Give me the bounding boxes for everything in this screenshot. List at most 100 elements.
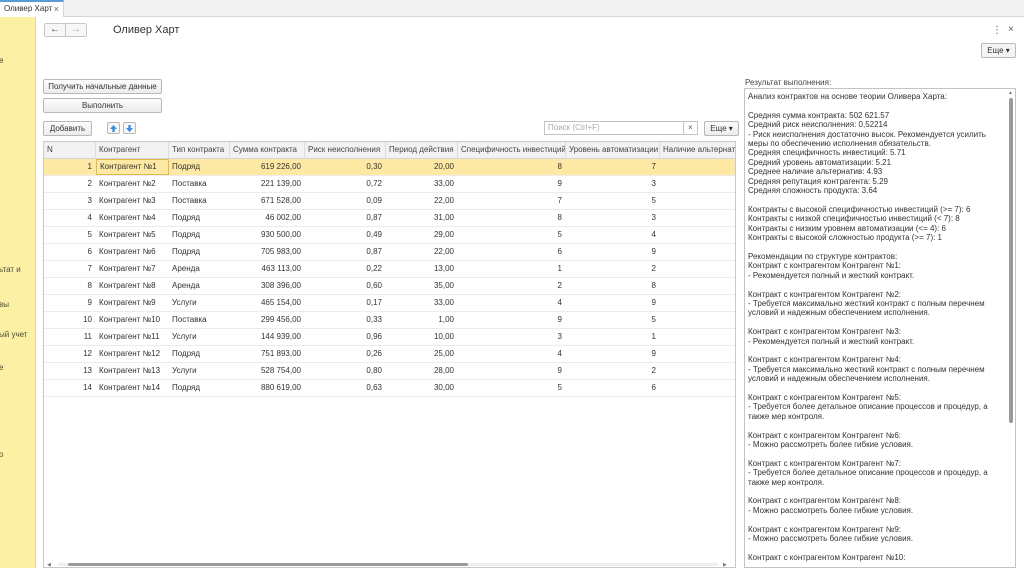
cell-alternatives[interactable] (660, 210, 735, 226)
cell-default-risk[interactable]: 0,09 (305, 193, 386, 209)
cell-counterparty[interactable]: Контрагент №9 (96, 295, 169, 311)
cell-alternatives[interactable] (660, 159, 735, 175)
cell-alternatives[interactable] (660, 244, 735, 260)
cell-contract-type[interactable]: Аренда (169, 261, 230, 277)
table-row[interactable]: 12 Контрагент №12 Подряд 751 893,00 0,26 25,0… (44, 346, 735, 363)
cell-contract-sum[interactable]: 221 139,00 (230, 176, 305, 192)
cell-contract-type[interactable]: Услуги (169, 329, 230, 345)
table-row[interactable]: 8 Контрагент №8 Аренда 308 396,00 0,60 35,00 2… (44, 278, 735, 295)
cell-contract-sum[interactable]: 619 226,00 (230, 159, 305, 175)
cell-n[interactable]: 11 (44, 329, 96, 345)
tab-close-icon[interactable]: × (54, 2, 59, 16)
cell-investment-specificity[interactable]: 5 (458, 227, 566, 243)
sidebar-item[interactable]: вы (0, 300, 9, 309)
cell-contract-sum[interactable]: 671 528,00 (230, 193, 305, 209)
cell-alternatives[interactable] (660, 312, 735, 328)
cell-n[interactable]: 6 (44, 244, 96, 260)
cell-n[interactable]: 14 (44, 380, 96, 396)
cell-alternatives[interactable] (660, 227, 735, 243)
scroll-right-icon[interactable]: ▶ (723, 562, 727, 567)
scroll-thumb[interactable] (68, 563, 468, 566)
table-row[interactable]: 7 Контрагент №7 Аренда 463 113,00 0,22 13,00 1… (44, 261, 735, 278)
cell-automation-level[interactable]: 8 (566, 278, 660, 294)
column-header-default-risk[interactable]: Риск неисполнения (305, 142, 386, 159)
cell-investment-specificity[interactable]: 7 (458, 193, 566, 209)
cell-default-risk[interactable]: 0,33 (305, 312, 386, 328)
column-header-n[interactable]: N (44, 142, 96, 159)
scroll-up-icon[interactable]: ▲ (1008, 90, 1013, 96)
cell-counterparty[interactable]: Контрагент №4 (96, 210, 169, 226)
cell-validity-period[interactable]: 28,00 (386, 363, 458, 379)
cell-automation-level[interactable]: 9 (566, 244, 660, 260)
close-icon[interactable]: × (1008, 24, 1014, 35)
cell-counterparty[interactable]: Контрагент №5 (96, 227, 169, 243)
cell-contract-sum[interactable]: 144 939,00 (230, 329, 305, 345)
tab-oliver-hart[interactable]: Оливер Харт × (0, 0, 64, 17)
cell-n[interactable]: 7 (44, 261, 96, 277)
table-row[interactable]: 2 Контрагент №2 Поставка 221 139,00 0,72 33,0… (44, 176, 735, 193)
back-arrow-icon[interactable]: ← (45, 24, 65, 36)
cell-counterparty[interactable]: Контрагент №2 (96, 176, 169, 192)
kebab-menu-icon[interactable]: ⋮ (992, 25, 1002, 36)
table-more-button[interactable]: Еще ▾ (704, 121, 739, 136)
cell-alternatives[interactable] (660, 346, 735, 362)
column-header-validity-period[interactable]: Период действия (386, 142, 458, 159)
cell-n[interactable]: 8 (44, 278, 96, 294)
cell-automation-level[interactable]: 4 (566, 227, 660, 243)
cell-contract-type[interactable]: Подряд (169, 227, 230, 243)
cell-default-risk[interactable]: 0,17 (305, 295, 386, 311)
cell-alternatives[interactable] (660, 329, 735, 345)
cell-contract-type[interactable]: Поставка (169, 176, 230, 192)
cell-validity-period[interactable]: 33,00 (386, 176, 458, 192)
cell-counterparty[interactable]: Контрагент №14 (96, 380, 169, 396)
table-row[interactable]: 1 Контрагент №1 Подряд 619 226,00 0,30 20,00 8… (44, 159, 735, 176)
cell-contract-sum[interactable]: 299 456,00 (230, 312, 305, 328)
cell-validity-period[interactable]: 1,00 (386, 312, 458, 328)
cell-n[interactable]: 4 (44, 210, 96, 226)
cell-automation-level[interactable]: 9 (566, 346, 660, 362)
cell-n[interactable]: 2 (44, 176, 96, 192)
scroll-thumb[interactable] (1009, 98, 1013, 423)
cell-default-risk[interactable]: 0,72 (305, 176, 386, 192)
cell-n[interactable]: 1 (44, 159, 96, 175)
cell-validity-period[interactable]: 33,00 (386, 295, 458, 311)
cell-automation-level[interactable]: 5 (566, 193, 660, 209)
cell-contract-type[interactable]: Подряд (169, 380, 230, 396)
cell-investment-specificity[interactable]: 8 (458, 159, 566, 175)
column-header-contract-sum[interactable]: Сумма контракта (230, 142, 305, 159)
cell-contract-type[interactable]: Подряд (169, 244, 230, 260)
cell-investment-specificity[interactable]: 4 (458, 295, 566, 311)
cell-contract-sum[interactable]: 880 619,00 (230, 380, 305, 396)
move-up-button[interactable] (107, 122, 120, 134)
cell-automation-level[interactable]: 7 (566, 159, 660, 175)
cell-n[interactable]: 12 (44, 346, 96, 362)
cell-counterparty[interactable]: Контрагент №3 (96, 193, 169, 209)
sidebar-item[interactable]: ый учет (0, 330, 27, 339)
cell-contract-sum[interactable]: 930 500,00 (230, 227, 305, 243)
table-row[interactable]: 3 Контрагент №3 Поставка 671 528,00 0,09 22,0… (44, 193, 735, 210)
cell-counterparty[interactable]: Контрагент №7 (96, 261, 169, 277)
cell-contract-type[interactable]: Поставка (169, 193, 230, 209)
cell-counterparty[interactable]: Контрагент №10 (96, 312, 169, 328)
cell-automation-level[interactable]: 6 (566, 380, 660, 396)
column-header-contract-type[interactable]: Тип контракта (169, 142, 230, 159)
table-row[interactable]: 11 Контрагент №11 Услуги 144 939,00 0,96 10,0… (44, 329, 735, 346)
cell-counterparty[interactable]: Контрагент №12 (96, 346, 169, 362)
cell-n[interactable]: 10 (44, 312, 96, 328)
cell-contract-type[interactable]: Аренда (169, 278, 230, 294)
cell-default-risk[interactable]: 0,60 (305, 278, 386, 294)
clear-search-icon[interactable]: × (683, 122, 697, 134)
cell-investment-specificity[interactable]: 9 (458, 312, 566, 328)
cell-contract-sum[interactable]: 705 983,00 (230, 244, 305, 260)
cell-investment-specificity[interactable]: 6 (458, 244, 566, 260)
cell-automation-level[interactable]: 5 (566, 312, 660, 328)
horizontal-scrollbar[interactable] (58, 562, 718, 567)
cell-contract-sum[interactable]: 751 893,00 (230, 346, 305, 362)
cell-contract-sum[interactable]: 528 754,00 (230, 363, 305, 379)
cell-validity-period[interactable]: 22,00 (386, 244, 458, 260)
cell-contract-type[interactable]: Услуги (169, 363, 230, 379)
sidebar-item[interactable]: ьтат и (0, 265, 21, 274)
table-row[interactable]: 5 Контрагент №5 Подряд 930 500,00 0,49 29,00 5… (44, 227, 735, 244)
cell-investment-specificity[interactable]: 4 (458, 346, 566, 362)
cell-contract-type[interactable]: Поставка (169, 312, 230, 328)
